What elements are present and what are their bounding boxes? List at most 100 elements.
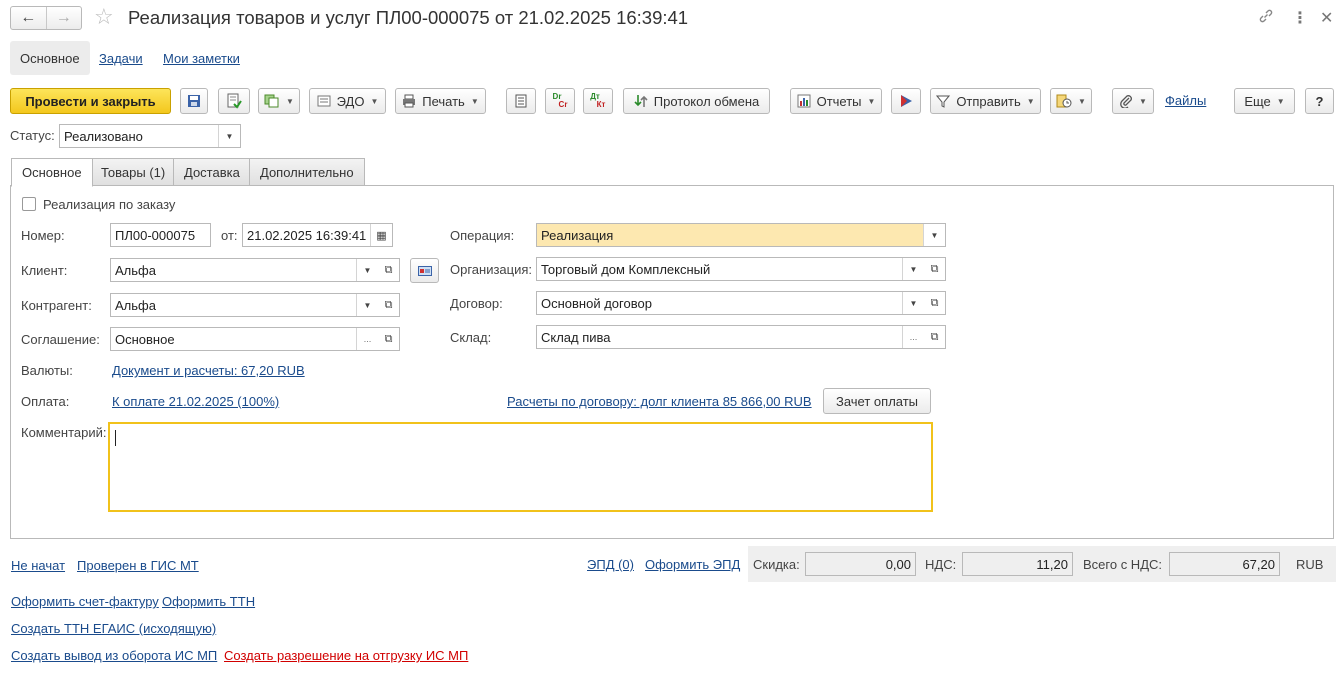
epd-count-link[interactable]: ЭПД (0) (587, 557, 634, 572)
journal-button[interactable] (506, 88, 536, 114)
warehouse-field[interactable]: Склад пива … (536, 325, 925, 349)
date-field[interactable]: 21.02.2025 16:39:41 ▦ (242, 223, 393, 247)
open-organization-icon[interactable]: ⧉ (924, 257, 946, 281)
print-button[interactable]: Печать ▼ (395, 88, 486, 114)
kebab-icon[interactable]: ⋮ (1292, 8, 1308, 28)
number-value: ПЛ00-000075 (115, 227, 196, 243)
document-clock-icon (1056, 94, 1072, 108)
agreement-field[interactable]: Основное … (110, 327, 379, 351)
arrow-left-icon[interactable]: ← (11, 7, 46, 29)
create-based-on-button[interactable]: ▼ (258, 88, 300, 114)
operation-value: Реализация (541, 227, 614, 243)
window-title: Реализация товаров и услуг ПЛ00-000075 о… (128, 7, 689, 28)
chevron-down-icon: ▼ (1078, 96, 1086, 106)
number-field[interactable]: ПЛ00-000075 (110, 223, 211, 247)
chevron-down-icon[interactable]: ▼ (923, 224, 945, 246)
create-withdrawal-link[interactable]: Создать вывод из оборота ИС МП (11, 648, 217, 663)
related-docs-button[interactable] (891, 88, 921, 114)
open-warehouse-icon[interactable]: ⧉ (924, 325, 946, 349)
reports-button[interactable]: Отчеты ▼ (790, 88, 882, 114)
post-document-icon (226, 93, 242, 109)
edo-icon (317, 94, 331, 108)
chevron-down-icon[interactable]: ▼ (356, 259, 378, 281)
warehouse-value: Склад пива (541, 329, 611, 345)
attachments-button[interactable]: ▼ (1112, 88, 1154, 114)
tab-tasks[interactable]: Задачи (89, 41, 153, 75)
chevron-down-icon[interactable]: ▼ (902, 292, 924, 314)
operation-select[interactable]: Реализация ▼ (536, 223, 946, 247)
contract-label: Договор: (450, 296, 503, 311)
post-and-close-button[interactable]: Провести и закрыть (10, 88, 171, 114)
currency-label: Валюты: (21, 363, 73, 378)
counterparty-label: Контрагент: (21, 298, 92, 313)
offset-payment-button[interactable]: Зачет оплаты (823, 388, 931, 414)
by-order-checkbox[interactable] (22, 197, 36, 211)
save-button[interactable] (180, 88, 208, 114)
close-icon[interactable]: ✕ (1320, 8, 1333, 28)
discount-field: 0,00 (805, 552, 916, 576)
chevron-down-icon[interactable]: ▼ (902, 258, 924, 280)
exchange-protocol-button[interactable]: Протокол обмена (623, 88, 770, 114)
gis-checked-link[interactable]: Проверен в ГИС МТ (77, 558, 199, 573)
tab-main-section[interactable]: Основное (10, 41, 90, 75)
agreement-value: Основное (115, 331, 175, 347)
navigation-buttons: ← → (10, 6, 82, 30)
chevron-down-icon: ▼ (286, 96, 294, 106)
comment-textarea[interactable] (108, 422, 933, 512)
not-started-link[interactable]: Не начат (11, 558, 65, 573)
link-icon[interactable] (1258, 8, 1274, 29)
arrow-right-icon[interactable]: → (45, 7, 82, 29)
comment-label: Комментарий: (21, 425, 107, 440)
make-epd-link[interactable]: Оформить ЭПД (645, 557, 740, 572)
open-client-icon[interactable]: ⧉ (378, 258, 400, 282)
vat-label: НДС: (925, 557, 957, 572)
status-value: Реализовано (64, 128, 143, 144)
make-ttn-link[interactable]: Оформить ТТН (162, 594, 255, 609)
tab-delivery[interactable]: Доставка (173, 158, 251, 186)
contract-field[interactable]: Основной договор ▼ (536, 291, 925, 315)
more-button[interactable]: Еще ▼ (1234, 88, 1295, 114)
tab-my-notes[interactable]: Мои заметки (153, 41, 250, 75)
create-shipment-permission-link[interactable]: Создать разрешение на отгрузку ИС МП (224, 648, 468, 663)
open-counterparty-icon[interactable]: ⧉ (378, 293, 400, 317)
text-cursor (115, 430, 116, 446)
help-button[interactable]: ? (1305, 88, 1334, 114)
chevron-down-icon: ▼ (867, 96, 876, 106)
client-field[interactable]: Альфа ▼ (110, 258, 379, 282)
create-egais-ttn-link[interactable]: Создать ТТН ЕГАИС (исходящую) (11, 621, 216, 636)
ellipsis-icon[interactable]: … (902, 326, 924, 348)
settlements-link[interactable]: Расчеты по договору: долг клиента 85 866… (507, 394, 812, 409)
dr-cr-button[interactable]: Dr Cr (545, 88, 575, 114)
calendar-icon[interactable]: ▦ (370, 224, 392, 246)
reports-icon (797, 94, 811, 108)
client-card-button[interactable] (410, 258, 439, 283)
ellipsis-icon[interactable]: … (356, 328, 378, 350)
send-button[interactable]: Отправить ▼ (930, 88, 1041, 114)
counterparty-field[interactable]: Альфа ▼ (110, 293, 379, 317)
tab-main[interactable]: Основное (11, 158, 93, 187)
make-invoice-link[interactable]: Оформить счет-фактуру (11, 594, 159, 609)
open-agreement-icon[interactable]: ⧉ (378, 327, 400, 351)
status-select[interactable]: Реализовано ▼ (59, 124, 241, 148)
floppy-disk-icon (187, 94, 201, 108)
edo-button[interactable]: ЭДО ▼ (309, 88, 386, 114)
payment-link[interactable]: К оплате 21.02.2025 (100%) (112, 394, 279, 409)
tab-goods[interactable]: Товары (1) (90, 158, 177, 186)
open-contract-icon[interactable]: ⧉ (924, 291, 946, 315)
journal-icon (515, 94, 527, 108)
print-label: Печать (422, 93, 465, 109)
files-link[interactable]: Файлы (1165, 93, 1206, 108)
organization-field[interactable]: Торговый дом Комплексный ▼ (536, 257, 925, 281)
chevron-down-icon: ▼ (1276, 96, 1285, 106)
dt-kt-button[interactable]: Дт Кт (583, 88, 613, 114)
chevron-down-icon[interactable]: ▼ (218, 125, 240, 147)
currency-link[interactable]: Документ и расчеты: 67,20 RUB (112, 363, 305, 378)
tasks-actions-button[interactable]: ▼ (1050, 88, 1092, 114)
star-icon[interactable]: ☆ (94, 4, 114, 30)
chevron-down-icon[interactable]: ▼ (356, 294, 378, 316)
exchange-arrows-icon (634, 94, 648, 108)
tab-additional[interactable]: Дополнительно (249, 158, 365, 186)
post-button[interactable] (218, 88, 250, 114)
operation-label: Операция: (450, 228, 515, 243)
vat-field: 11,20 (962, 552, 1073, 576)
